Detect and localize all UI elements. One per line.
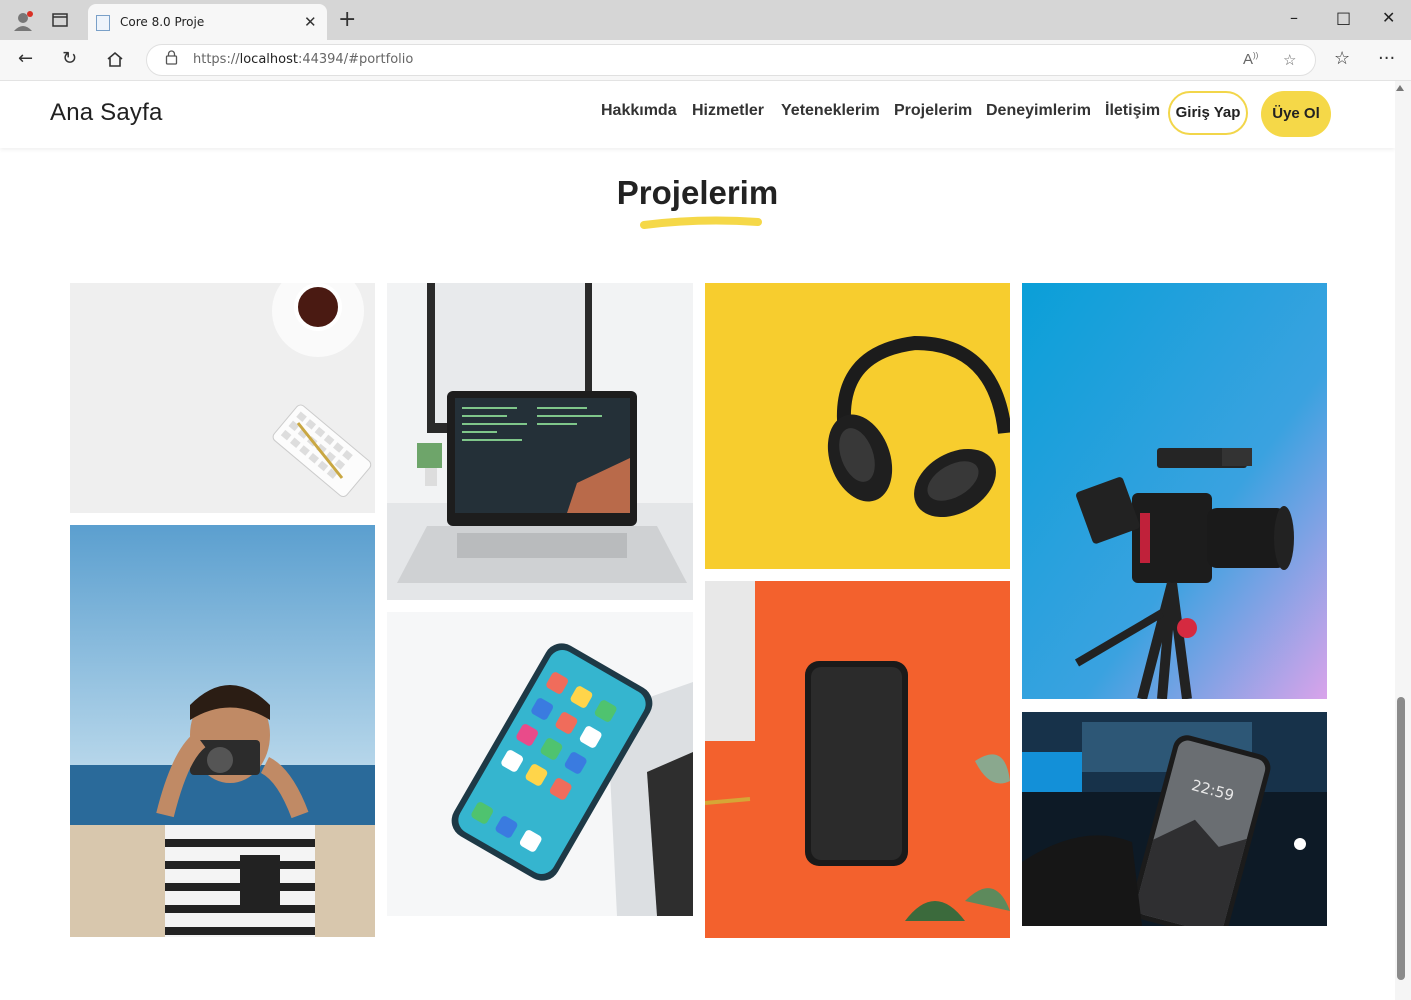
back-icon[interactable]: ← [18,48,33,69]
favorites-icon[interactable]: ☆ [1334,48,1350,69]
portfolio-image-camera-tripod[interactable] [1022,283,1327,699]
page-icon [96,15,110,31]
portfolio-image-phone-apps[interactable] [387,612,693,916]
nav-deneyimlerim[interactable]: Deneyimlerim [986,102,1091,120]
portfolio-image-coffee-desk[interactable] [70,283,375,513]
portfolio-image-phone-dark[interactable]: 22:59 [1022,712,1327,926]
home-icon[interactable] [106,51,124,73]
portfolio-image-headphones[interactable] [705,283,1010,569]
browser-tab-bar: Core 8.0 Proje ✕ + – □ ✕ [0,0,1411,40]
read-aloud-icon[interactable]: A)) [1243,51,1258,68]
nav-projelerim[interactable]: Projelerim [894,102,972,120]
scroll-up-icon[interactable] [1396,85,1404,91]
url-text: https://localhost:44394/#portfolio [193,52,414,67]
browser-toolbar: ← ↻ https://localhost:44394/#portfolio A… [0,40,1411,81]
title-underline [640,216,762,229]
nav-hizmetler[interactable]: Hizmetler [692,102,764,120]
close-window-icon[interactable]: ✕ [1382,8,1395,27]
login-button[interactable]: Giriş Yap [1168,91,1248,135]
minimize-icon[interactable]: – [1290,8,1298,27]
tab-actions-icon[interactable] [52,13,68,32]
lock-icon[interactable] [165,50,178,68]
new-tab-icon[interactable]: + [338,7,356,32]
reload-icon[interactable]: ↻ [62,48,77,69]
nav-yeteneklerim[interactable]: Yeteneklerim [781,102,880,120]
page-content: Ana Sayfa Hakkımda Hizmetler Yetenekleri… [0,81,1395,1000]
profile-icon[interactable] [12,10,34,37]
brand-link[interactable]: Ana Sayfa [50,99,163,127]
maximize-icon[interactable]: □ [1336,8,1351,27]
tab-title: Core 8.0 Proje [120,15,205,29]
favorite-icon[interactable]: ☆ [1283,51,1296,69]
browser-tab[interactable]: Core 8.0 Proje ✕ [88,4,327,40]
nav-iletisim[interactable]: İletişim [1105,102,1160,120]
signup-button[interactable]: Üye Ol [1261,91,1331,137]
more-icon[interactable]: ··· [1378,48,1395,69]
portfolio-image-photographer[interactable] [70,525,375,937]
address-bar[interactable]: https://localhost:44394/#portfolio A)) ☆ [146,44,1316,76]
portfolio-image-laptop-code[interactable] [387,283,693,600]
section-title: Projelerim [616,174,779,211]
nav-hakkimda[interactable]: Hakkımda [601,102,677,120]
close-icon[interactable]: ✕ [304,13,317,31]
scrollbar-thumb[interactable] [1397,697,1405,980]
portfolio-image-phone-orange[interactable] [705,581,1010,938]
site-header: Ana Sayfa Hakkımda Hizmetler Yetenekleri… [0,81,1395,148]
